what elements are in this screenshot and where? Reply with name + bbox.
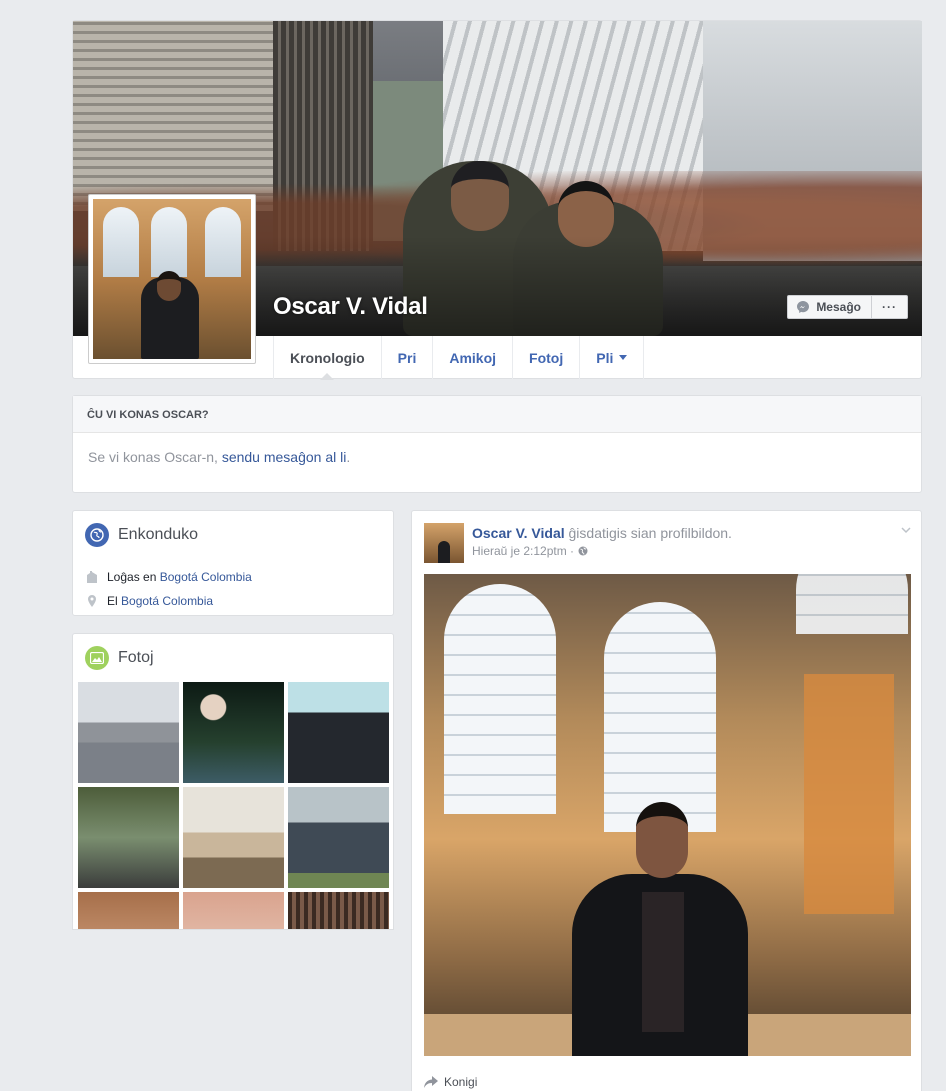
cover-actions: Mesaĝo ···: [787, 295, 908, 319]
share-arrow-icon: [424, 1076, 438, 1088]
tab-about[interactable]: Pri: [380, 336, 433, 379]
lives-in-link[interactable]: Bogotá Colombia: [160, 570, 252, 584]
photo-thumbnail[interactable]: [183, 892, 284, 929]
photo-thumbnail[interactable]: [78, 682, 179, 783]
share-button[interactable]: Konigi: [424, 1075, 477, 1089]
post-action-text: ĝisdatigis sian profilbildon.: [568, 525, 732, 541]
from-link[interactable]: Bogotá Colombia: [121, 594, 213, 608]
profile-header: Oscar V. Vidal Mesaĝo ··· Kronologio Pri…: [72, 20, 922, 380]
globe-icon: [85, 523, 109, 547]
photos-card: Fotoj: [72, 633, 394, 930]
photo-thumbnail[interactable]: [183, 787, 284, 888]
more-options-button[interactable]: ···: [872, 295, 908, 319]
profile-tabs: Kronologio Pri Amikoj Fotoj Pli: [273, 336, 645, 380]
post-timestamp[interactable]: Hieraŭ je 2:12ptm ·: [472, 544, 574, 558]
chevron-down-icon[interactable]: [901, 525, 911, 535]
tab-more[interactable]: Pli: [579, 336, 645, 379]
message-button[interactable]: Mesaĝo: [787, 295, 872, 319]
location-pin-icon: [88, 595, 96, 607]
photo-thumbnail[interactable]: [78, 787, 179, 888]
post-photo[interactable]: [424, 574, 911, 1056]
timeline-post: Oscar V. Vidal ĝisdatigis sian profilbil…: [411, 510, 922, 1091]
tab-photos[interactable]: Fotoj: [512, 336, 579, 379]
profile-name[interactable]: Oscar V. Vidal: [273, 293, 428, 321]
home-icon: [87, 571, 97, 583]
message-button-label: Mesaĝo: [816, 300, 861, 314]
intro-title: Enkonduko: [118, 526, 199, 543]
photos-icon: [85, 646, 109, 670]
post-author-link[interactable]: Oscar V. Vidal: [472, 525, 565, 541]
from-row: El Bogotá Colombia: [73, 589, 393, 613]
photo-thumbnail[interactable]: [288, 787, 389, 888]
tab-timeline[interactable]: Kronologio: [273, 336, 381, 380]
photo-thumbnail[interactable]: [288, 892, 389, 929]
photo-thumbnail[interactable]: [183, 682, 284, 783]
lives-in-row: Loĝas en Bogotá Colombia: [73, 565, 393, 589]
do-you-know-card: ĈU VI KONAS OSCAR? Se vi konas Oscar-n, …: [72, 395, 922, 493]
photo-grid: [78, 682, 389, 929]
public-globe-icon: [578, 546, 588, 556]
send-message-link[interactable]: sendu mesaĝon al li: [222, 449, 347, 465]
intro-card: Enkonduko Loĝas en Bogotá Colombia El Bo…: [72, 510, 394, 616]
photo-thumbnail[interactable]: [78, 892, 179, 929]
messenger-icon: [797, 301, 810, 313]
photos-title: Fotoj: [118, 649, 154, 666]
caret-down-icon: [619, 355, 628, 360]
tab-friends[interactable]: Amikoj: [432, 336, 512, 379]
know-text: Se vi konas Oscar-n,: [88, 449, 218, 465]
photo-thumbnail[interactable]: [288, 682, 389, 783]
post-author-avatar[interactable]: [424, 523, 464, 563]
profile-picture[interactable]: [88, 194, 256, 364]
know-header: ĈU VI KONAS OSCAR?: [73, 396, 921, 433]
